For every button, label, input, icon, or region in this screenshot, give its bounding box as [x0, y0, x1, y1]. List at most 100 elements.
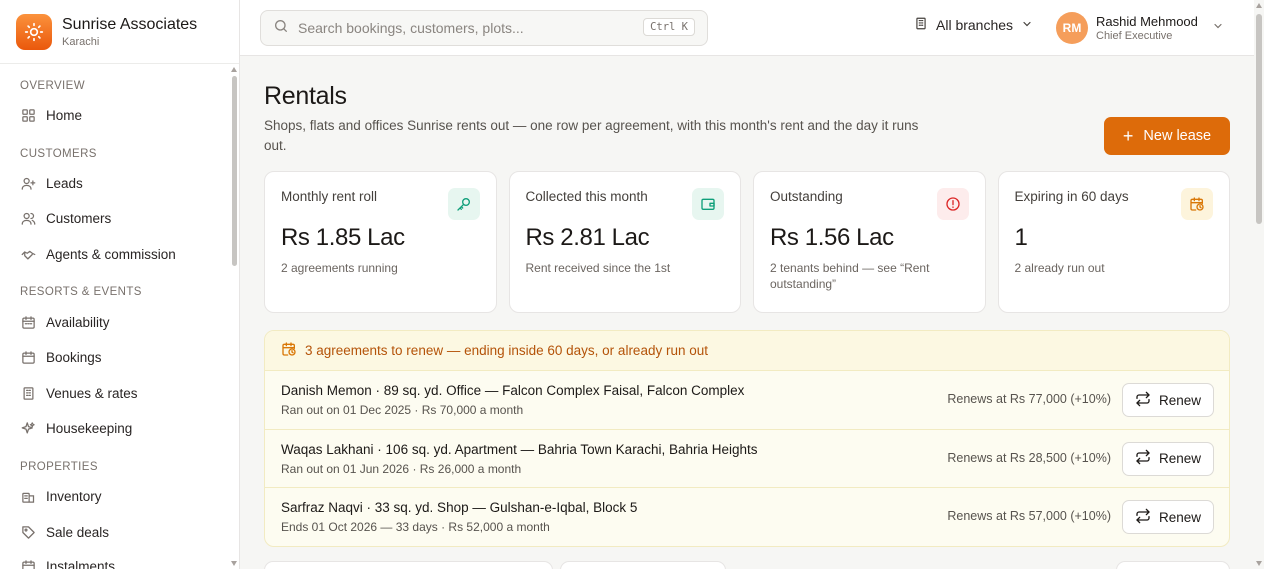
renewal-sub: Ends 01 Oct 2026 — 33 days · Rs 52,000 a… [281, 520, 550, 534]
nav-section-customers: CUSTOMERS [20, 148, 97, 160]
tag-icon [20, 524, 36, 540]
sidebar-scrollbar[interactable] [230, 64, 239, 569]
kpi-card-rent-roll: Monthly rent roll Rs 1.85 Lac 2 agreemen… [264, 171, 497, 313]
sidebar: Sunrise Associates Karachi OVERVIEW Home… [0, 0, 240, 569]
renew-label: Renew [1158, 509, 1202, 525]
calendar-clock-icon [281, 341, 297, 360]
renewal-row: Sarfraz Naqvi · 33 sq. yd. Shop — Gulsha… [265, 488, 1229, 546]
page-scroll-thumb[interactable] [1256, 14, 1262, 224]
kpi-sub: 2 already run out [1014, 261, 1105, 275]
renewal-title: Sarfraz Naqvi · 33 sq. yd. Shop — Gulsha… [281, 500, 638, 515]
action-button-partial[interactable] [1116, 561, 1230, 569]
sidebar-item-customers[interactable]: Customers [12, 202, 228, 234]
page-title: Rentals [264, 82, 347, 110]
scroll-down-icon[interactable] [1256, 561, 1262, 566]
sidebar-item-housekeeping[interactable]: Housekeeping [12, 412, 228, 444]
new-lease-label: New lease [1143, 128, 1212, 144]
building-icon [914, 16, 928, 34]
kpi-card-collected: Collected this month Rs 2.81 Lac Rent re… [508, 171, 741, 313]
key-icon [447, 188, 480, 220]
filter-tab-partial[interactable] [560, 561, 726, 569]
nav-section-resorts: RESORTS & EVENTS [20, 286, 142, 298]
repeat-icon [1135, 449, 1151, 468]
page-scrollbar[interactable] [1254, 0, 1264, 569]
sidebar-item-inventory[interactable]: Inventory [12, 480, 228, 512]
sidebar-item-home[interactable]: Home [12, 99, 228, 131]
kpi-cards: Monthly rent roll Rs 1.85 Lac 2 agreemen… [264, 171, 1230, 313]
kpi-sub: 2 agreements running [281, 261, 398, 275]
search-shortcut: Ctrl K [643, 18, 695, 36]
sidebar-item-label: Home [46, 107, 83, 123]
user-plus-icon [20, 175, 36, 191]
repeat-icon [1135, 508, 1151, 527]
search-icon [273, 18, 289, 39]
renewal-row: Waqas Lakhani · 106 sq. yd. Apartment — … [265, 430, 1229, 488]
renewals-header: 3 agreements to renew — ending inside 60… [265, 331, 1229, 371]
scroll-up-icon[interactable] [1256, 3, 1262, 8]
avatar: RM [1056, 12, 1088, 44]
renewal-row: Danish Memon · 89 sq. yd. Office — Falco… [265, 371, 1229, 430]
renewal-sub: Ran out on 01 Dec 2025 · Rs 70,000 a mon… [281, 403, 524, 417]
user-name: Rashid Mehmood [1096, 14, 1198, 29]
sidebar-item-venues[interactable]: Venues & rates [12, 377, 228, 409]
sidebar-scroll-thumb[interactable] [232, 76, 237, 266]
kpi-value: Rs 1.85 Lac [281, 224, 405, 251]
renewal-title: Waqas Lakhani · 106 sq. yd. Apartment — … [281, 441, 758, 457]
sidebar-item-label: Customers [46, 210, 112, 226]
users-icon [20, 210, 36, 226]
kpi-card-expiring: Expiring in 60 days 1 2 already run out [997, 171, 1230, 313]
search-input[interactable] [298, 20, 628, 36]
renew-label: Renew [1158, 451, 1202, 466]
renew-button[interactable]: Renew [1122, 441, 1214, 476]
sidebar-item-label: Bookings [46, 349, 102, 365]
plus-icon: + [1122, 126, 1134, 146]
topbar: Ctrl K All branches RM Rashid Mehmood Ch… [240, 0, 1254, 56]
chevron-down-icon [1021, 17, 1033, 33]
user-menu[interactable]: RM Rashid Mehmood Chief Executive [1056, 12, 1224, 44]
buildings-icon [20, 488, 36, 504]
calendar-icon [20, 314, 36, 330]
kpi-value: Rs 1.56 Lac [770, 224, 894, 251]
scroll-down-icon[interactable] [231, 561, 237, 566]
sidebar-item-label: Venues & rates [46, 385, 138, 401]
sparkles-icon [20, 420, 36, 436]
repeat-icon [1135, 391, 1151, 410]
sidebar-item-bookings[interactable]: Bookings [12, 341, 228, 373]
chevron-down-icon [1212, 19, 1224, 37]
renewal-price: Renews at Rs 28,500 (+10%) [947, 450, 1111, 465]
renewals-panel: 3 agreements to renew — ending inside 60… [264, 330, 1230, 547]
kpi-sub: Rent received since the 1st [525, 261, 671, 275]
calendar-clock-icon [1181, 188, 1213, 220]
filter-tab-partial[interactable] [264, 561, 553, 569]
renewal-sub: Ran out on 01 Jun 2026 · Rs 26,000 a mon… [281, 461, 522, 476]
scroll-up-icon[interactable] [231, 67, 237, 72]
kpi-sub: 2 tenants behind — see “Rent outstanding… [770, 261, 930, 291]
sidebar-item-agents[interactable]: Agents & commission [12, 238, 228, 270]
renewal-price: Renews at Rs 77,000 (+10%) [947, 392, 1111, 406]
renew-button[interactable]: Renew [1122, 383, 1214, 417]
sidebar-item-sale-deals[interactable]: Sale deals [12, 516, 228, 548]
sidebar-item-instalments[interactable]: Instalments [12, 550, 228, 569]
brand-city: Karachi [62, 35, 100, 48]
new-lease-button[interactable]: + New lease [1104, 117, 1230, 155]
user-role: Chief Executive [1096, 30, 1173, 42]
building-icon [20, 385, 36, 401]
sidebar-item-leads[interactable]: Leads [12, 167, 228, 199]
page-description: Shops, flats and offices Sunrise rents o… [264, 118, 919, 153]
branch-selector[interactable]: All branches [914, 16, 1033, 34]
sun-icon [16, 13, 52, 50]
sidebar-item-label: Inventory [46, 488, 102, 504]
sidebar-item-availability[interactable]: Availability [12, 306, 228, 338]
renewal-title: Danish Memon · 89 sq. yd. Office — Falco… [281, 383, 745, 398]
sidebar-item-label: Leads [46, 175, 83, 191]
sidebar-item-label: Agents & commission [46, 246, 176, 262]
sidebar-item-label: Sale deals [46, 524, 110, 540]
kpi-value: Rs 2.81 Lac [525, 224, 650, 251]
brand-name: Sunrise Associates [62, 15, 198, 33]
sidebar-item-label: Availability [46, 314, 110, 330]
sidebar-item-label: Housekeeping [46, 420, 133, 436]
renew-button[interactable]: Renew [1122, 500, 1214, 534]
search-box[interactable]: Ctrl K [260, 10, 708, 46]
handshake-icon [20, 246, 36, 262]
grid-icon [20, 107, 36, 123]
